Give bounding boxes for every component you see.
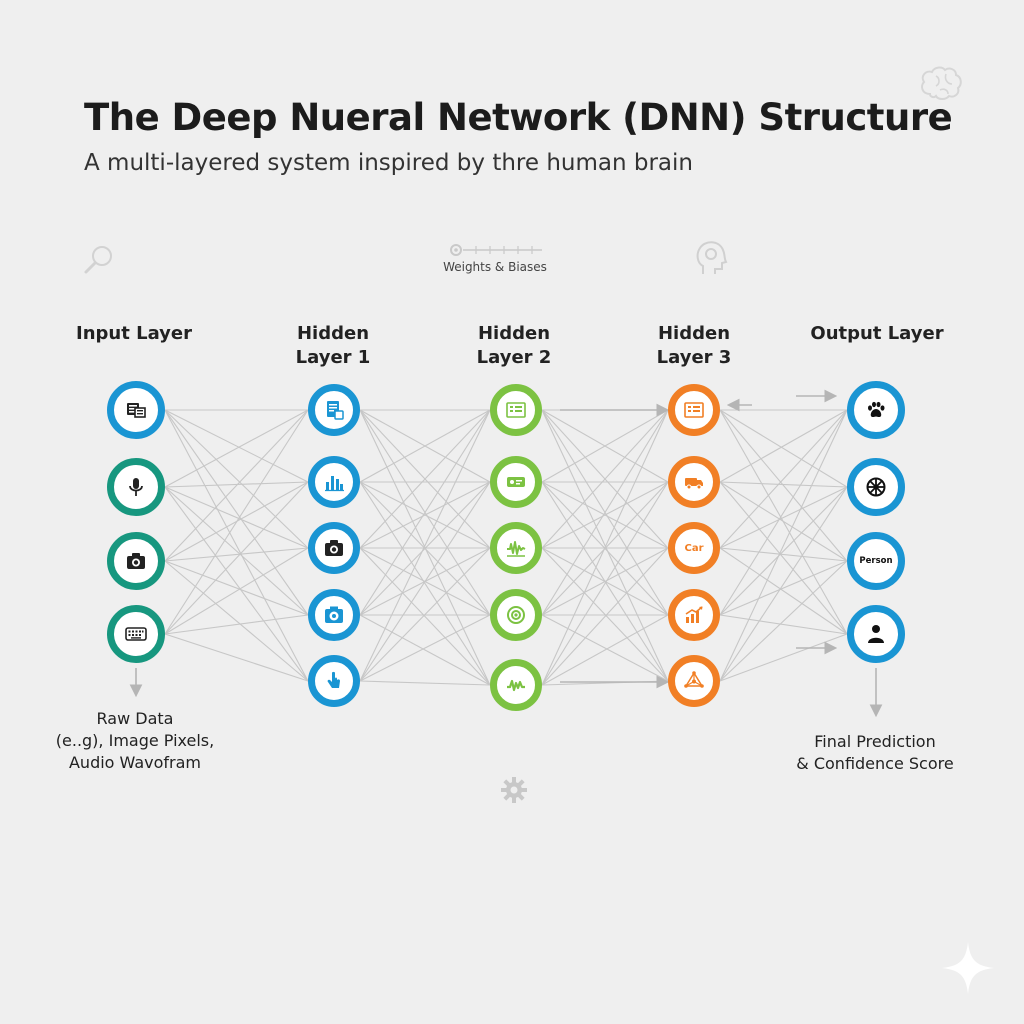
layer-4-node-4: [668, 589, 720, 641]
connection-line: [164, 560, 309, 616]
page-title: The Deep Nueral Network (DNN) Structure: [84, 96, 953, 139]
signal-wave-icon: [505, 674, 527, 696]
waveform-icon: [505, 537, 527, 559]
pattern-grid-icon: [683, 399, 705, 421]
output-note: Final Prediction & Confidence Score: [796, 732, 954, 773]
layer-4-node-3: Car: [668, 522, 720, 574]
data-table-icon: [125, 399, 147, 421]
layer-5-node-1: [847, 381, 905, 439]
layer-3-node-5: [490, 659, 542, 711]
camera-icon: [125, 550, 147, 572]
connection-line: [164, 409, 309, 682]
target-icon: [505, 604, 527, 626]
layer-3-node-1: [490, 384, 542, 436]
layer-4-node-1: [668, 384, 720, 436]
layer-5-node-3: Person: [847, 532, 905, 590]
layer-title-hidden-1: Hidden Layer 1: [295, 323, 371, 368]
network-icon: [683, 670, 705, 692]
layer-3-node-4: [490, 589, 542, 641]
layer-1-node-3: [107, 532, 165, 590]
microphone-icon: [125, 476, 147, 498]
connection-line: [359, 680, 491, 686]
layer-3-node-3: [490, 522, 542, 574]
layer-4-node-2: [668, 456, 720, 508]
sparkle-icon: [942, 942, 994, 994]
connection-line: [719, 409, 848, 488]
connection-line: [719, 409, 848, 549]
truck-icon: [683, 471, 705, 493]
node-label: Person: [859, 556, 893, 566]
layer-2-node-4: [308, 589, 360, 641]
connection-line: [719, 481, 848, 635]
connection-line: [164, 409, 309, 635]
growth-chart-icon: [683, 604, 705, 626]
keyboard-icon: [125, 623, 147, 645]
layer-2-node-2: [308, 456, 360, 508]
layer-1-node-4: [107, 605, 165, 663]
node-label: Car: [684, 542, 704, 554]
connection-line: [164, 409, 309, 488]
layer-1-node-1: [107, 381, 165, 439]
layer-title-hidden-2: Hidden Layer 2: [476, 323, 552, 368]
connection-line: [164, 547, 309, 562]
layer-2-node-1: [308, 384, 360, 436]
connection-line: [719, 560, 848, 616]
layer-5-node-2: [847, 458, 905, 516]
connection-line: [164, 481, 309, 635]
weights-biases-caption: Weights & Biases: [443, 260, 547, 274]
layer-title-input: Input Layer: [76, 323, 192, 344]
layer-title-output: Output Layer: [810, 323, 944, 344]
layer-4-node-5: [668, 655, 720, 707]
camera-settings-icon: [323, 604, 345, 626]
brain-icon: [921, 66, 962, 100]
bar-chart-icon: [323, 471, 345, 493]
document-icon: [323, 399, 345, 421]
page-subtitle: A multi-layered system inspired by thre …: [84, 150, 693, 176]
slider-gear-icon: [450, 244, 542, 256]
dnn-diagram: The Deep Nueral Network (DNN) Structure …: [0, 0, 1024, 1024]
layer-3-node-2: [490, 456, 542, 508]
connection-line: [719, 409, 848, 483]
wheel-icon: [865, 476, 887, 498]
camera-icon: [323, 537, 345, 559]
connection-line: [164, 614, 309, 635]
connection-line: [164, 409, 309, 483]
connection-line: [719, 614, 848, 635]
layer-2-node-5: [308, 655, 360, 707]
connection-line: [719, 547, 848, 562]
feature-card-icon: [505, 471, 527, 493]
layer-title-hidden-3: Hidden Layer 3: [656, 323, 732, 368]
pattern-grid-icon: [505, 399, 527, 421]
connection-line: [164, 486, 309, 616]
head-gear-icon: [696, 241, 728, 274]
person-icon: [865, 623, 887, 645]
layer-1-node-2: [107, 458, 165, 516]
gear-icon: [501, 777, 527, 803]
connection-line: [719, 486, 848, 616]
layer-5-node-4: [847, 605, 905, 663]
connection-line: [164, 409, 309, 549]
input-note: Raw Data (e..g), Image Pixels, Audio Wavof…: [55, 709, 215, 772]
hand-pointer-icon: [323, 670, 345, 692]
connection-line: [719, 409, 848, 682]
paw-icon: [865, 399, 887, 421]
connection-line: [719, 481, 848, 562]
magnifier-icon: [84, 246, 112, 274]
layer-2-node-3: [308, 522, 360, 574]
